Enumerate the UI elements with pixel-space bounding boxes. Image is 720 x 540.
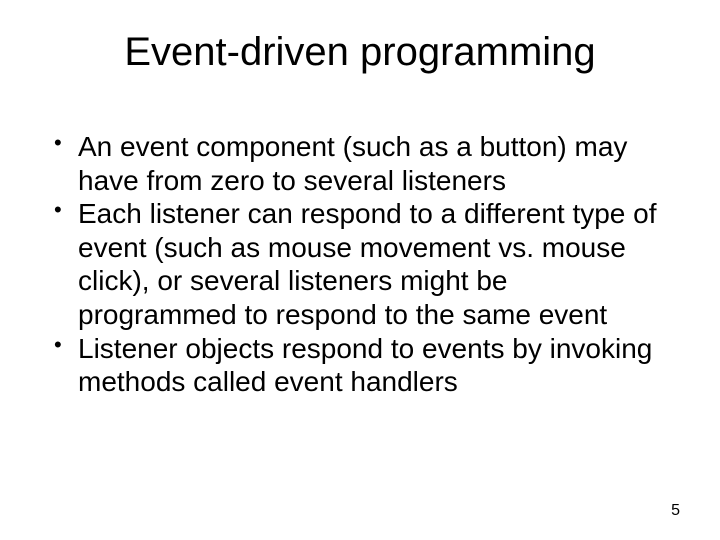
bullet-list: An event component (such as a button) ma…: [50, 130, 670, 399]
bullet-item: An event component (such as a button) ma…: [50, 130, 670, 197]
slide-content: An event component (such as a button) ma…: [40, 130, 680, 399]
bullet-item: Each listener can respond to a different…: [50, 197, 670, 331]
slide-container: Event-driven programming An event compon…: [0, 0, 720, 540]
bullet-item: Listener objects respond to events by in…: [50, 332, 670, 399]
slide-title: Event-driven programming: [40, 30, 680, 75]
page-number: 5: [671, 502, 680, 520]
